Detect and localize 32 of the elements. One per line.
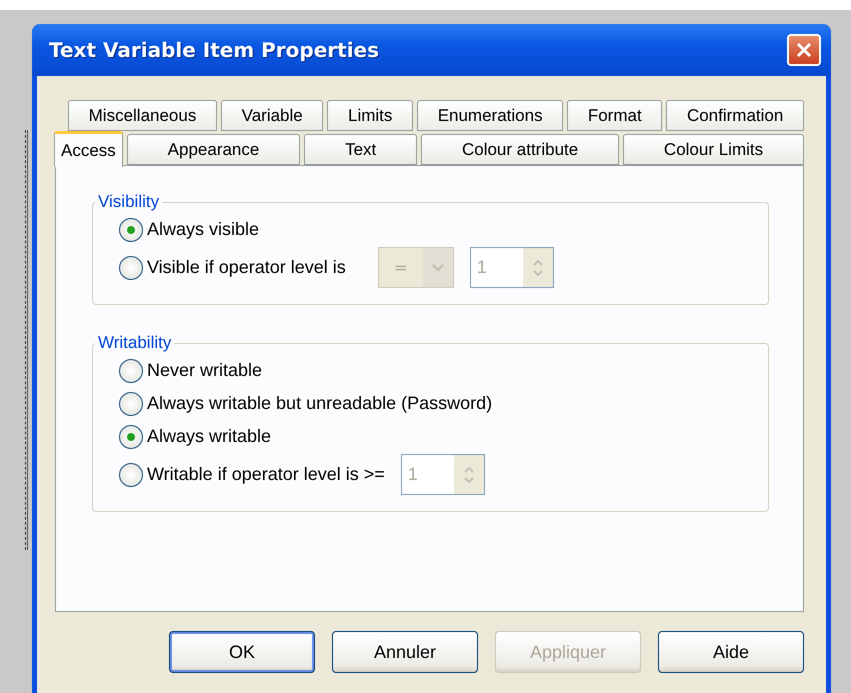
tab[interactable]: Variable	[221, 100, 324, 131]
tab[interactable]: Colour Limits	[623, 134, 804, 165]
radio-button[interactable]	[119, 256, 143, 280]
tab[interactable]: Limits	[327, 100, 414, 131]
dialog-button[interactable]: Aide	[658, 631, 804, 673]
tab[interactable]: Appearance	[126, 134, 300, 165]
tab[interactable]: Format	[567, 100, 662, 131]
tab[interactable]: Miscellaneous	[68, 100, 217, 131]
group-title: Visibility	[97, 192, 160, 212]
group-title: Writability	[97, 333, 172, 353]
dialog-button[interactable]: OK	[169, 631, 315, 673]
radio-button[interactable]	[119, 424, 143, 448]
radio-button[interactable]	[119, 358, 143, 382]
radio-label: Writable if operator level is >=	[147, 464, 385, 485]
radio-label: Visible if operator level is	[147, 257, 346, 278]
radio-label: Always writable but unreadable (Password)	[147, 393, 492, 414]
tab[interactable]: Access	[54, 131, 123, 167]
dialog-button[interactable]: Annuler	[332, 631, 478, 673]
tab[interactable]: Enumerations	[417, 100, 564, 131]
chevron-down-icon	[430, 262, 445, 272]
tab[interactable]: Confirmation	[666, 100, 804, 131]
tab[interactable]: Text	[304, 134, 418, 165]
close-button[interactable]	[787, 34, 821, 66]
close-icon	[795, 41, 813, 59]
radio-button[interactable]	[119, 392, 143, 416]
tab[interactable]: Colour attribute	[421, 134, 620, 165]
window-title: Text Variable Item Properties	[49, 38, 380, 62]
radio-label: Always visible	[147, 219, 260, 240]
radio-button[interactable]	[119, 462, 143, 486]
radio-label: Always writable	[147, 426, 272, 447]
radio-label: Never writable	[147, 360, 262, 381]
radio-button[interactable]	[119, 218, 143, 242]
